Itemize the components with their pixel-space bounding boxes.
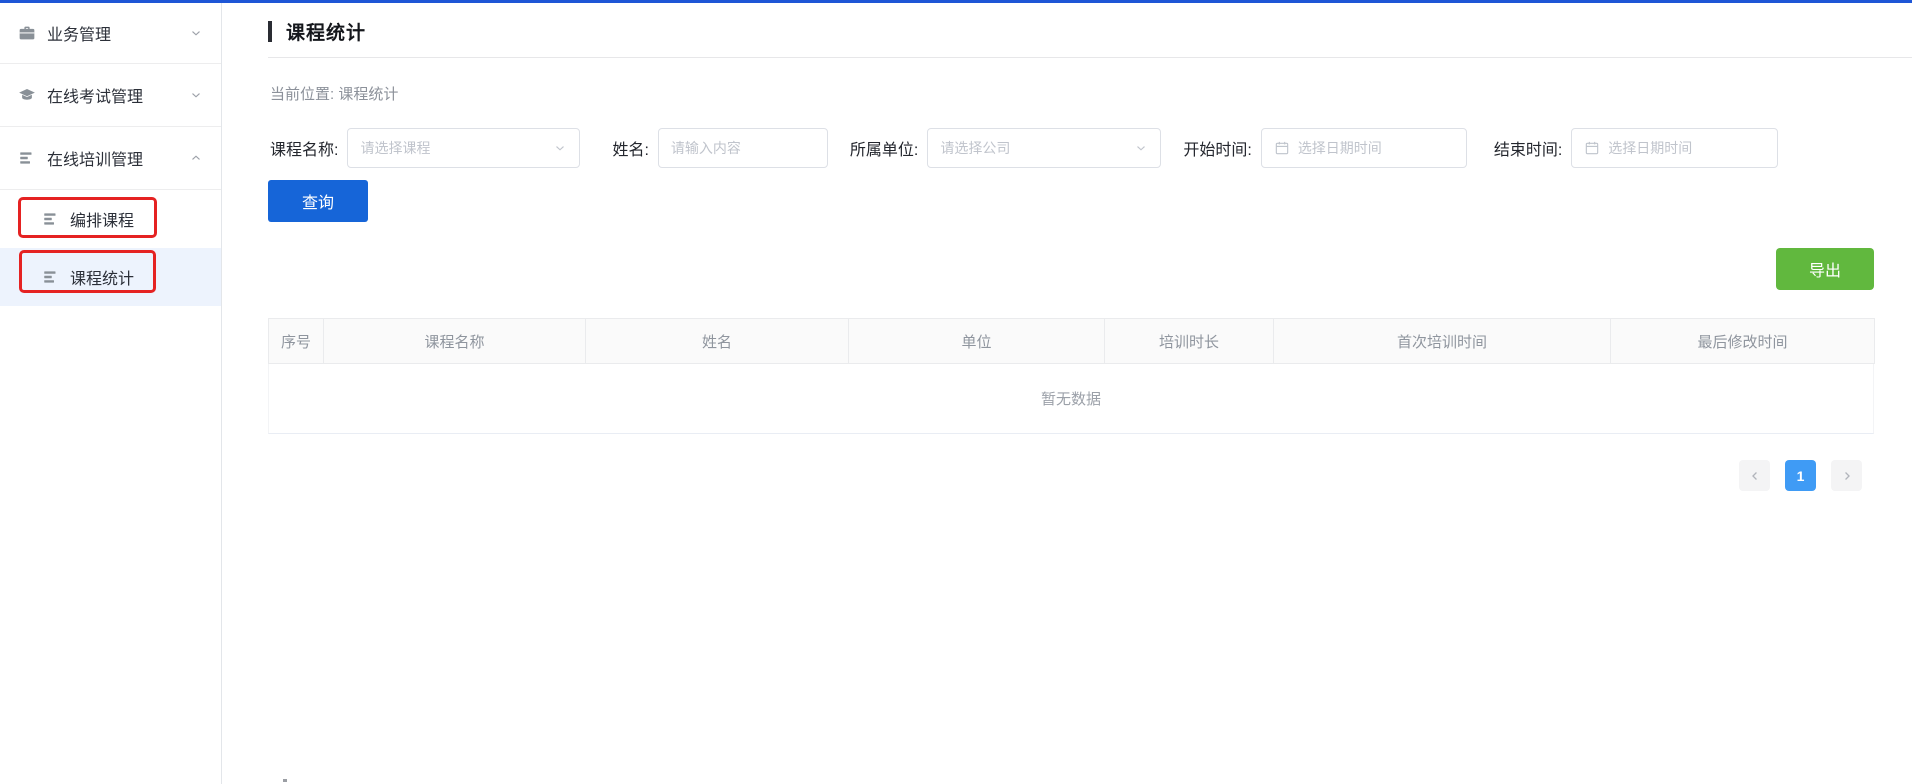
list-icon (42, 210, 60, 228)
chevron-down-icon (1134, 141, 1148, 155)
sidebar-item-online-exam-management[interactable]: 在线考试管理 (0, 64, 221, 127)
breadcrumb: 当前位置: 课程统计 (270, 83, 398, 104)
name-label: 姓名: (612, 136, 648, 160)
list-icon (42, 268, 60, 286)
calendar-icon (1584, 140, 1600, 156)
sidebar-item-label: 在线培训管理 (47, 146, 189, 170)
name-input[interactable] (671, 140, 815, 156)
calendar-icon (1274, 140, 1290, 156)
filter-start-time: 开始时间: 选择日期时间 (1183, 128, 1466, 168)
column-header-first-training-time: 首次培训时间 (1274, 319, 1611, 364)
sidebar-item-label: 课程统计 (70, 265, 221, 289)
start-time-placeholder: 选择日期时间 (1298, 138, 1382, 158)
breadcrumb-prefix: 当前位置: (270, 86, 334, 103)
chevron-down-icon (553, 141, 567, 155)
end-time-placeholder: 选择日期时间 (1608, 138, 1692, 158)
course-select-placeholder: 请选择课程 (360, 138, 430, 158)
clipped-edge-artifact (283, 779, 287, 782)
name-input-box (658, 128, 828, 168)
column-header-training-duration: 培训时长 (1105, 319, 1274, 364)
sidebar-item-label: 在线考试管理 (47, 83, 189, 107)
sidebar-item-label: 业务管理 (47, 21, 189, 45)
unit-label: 所属单位: (850, 136, 918, 160)
column-header-course-name: 课程名称 (324, 319, 586, 364)
page-title: 课程统计 (286, 18, 366, 45)
chevron-right-icon (1840, 469, 1854, 483)
end-time-label: 结束时间: (1494, 136, 1562, 160)
pagination: 1 (1739, 460, 1862, 491)
previous-page-button[interactable] (1739, 460, 1770, 491)
column-header-name: 姓名 (586, 319, 849, 364)
sidebar-item-course-statistics[interactable]: 课程统计 (0, 248, 221, 306)
filter-name: 姓名: (612, 128, 827, 168)
app-root: 业务管理 在线考试管理 在线培训管理 (0, 0, 1912, 784)
graduation-cap-icon (18, 86, 36, 104)
page-title-row: 课程统计 (268, 18, 366, 45)
briefcase-icon (18, 24, 36, 42)
main-content: 课程统计 当前位置: 课程统计 课程名称: 请选择课程 姓名: (222, 3, 1912, 784)
end-time-picker[interactable]: 选择日期时间 (1571, 128, 1778, 168)
unit-select[interactable]: 请选择公司 (927, 128, 1161, 168)
export-button[interactable]: 导出 (1776, 248, 1874, 290)
filter-unit: 所属单位: 请选择公司 (850, 128, 1161, 168)
results-table: 序号 课程名称 姓名 单位 培训时长 首次培训时间 最后修改时间 暂无数据 (268, 318, 1874, 434)
column-header-unit: 单位 (849, 319, 1105, 364)
sidebar: 业务管理 在线考试管理 在线培训管理 (0, 3, 222, 784)
start-time-label: 开始时间: (1183, 136, 1251, 160)
sidebar-item-online-training-management[interactable]: 在线培训管理 (0, 127, 221, 190)
start-time-picker[interactable]: 选择日期时间 (1261, 128, 1467, 168)
table-empty-state: 暂无数据 (268, 364, 1874, 434)
query-button[interactable]: 查询 (268, 180, 368, 222)
filter-bar: 课程名称: 请选择课程 姓名: 所属单位: 请选择公司 (270, 128, 1778, 168)
sidebar-item-label: 编排课程 (70, 207, 221, 231)
sidebar-item-business-management[interactable]: 业务管理 (0, 3, 221, 64)
column-header-index: 序号 (269, 319, 324, 364)
chevron-left-icon (1748, 469, 1762, 483)
empty-state-text: 暂无数据 (1041, 388, 1101, 409)
list-icon (18, 149, 36, 167)
header-divider (268, 57, 1912, 58)
sidebar-item-arrange-courses[interactable]: 编排课程 (0, 190, 221, 248)
filter-end-time: 结束时间: 选择日期时间 (1494, 128, 1778, 168)
filter-course: 课程名称: 请选择课程 (270, 128, 580, 168)
chevron-down-icon (189, 88, 203, 102)
title-accent-bar (268, 21, 272, 42)
table-header-row: 序号 课程名称 姓名 单位 培训时长 首次培训时间 最后修改时间 (269, 319, 1875, 364)
course-name-label: 课程名称: (270, 136, 338, 160)
unit-select-placeholder: 请选择公司 (940, 138, 1010, 158)
chevron-down-icon (189, 26, 203, 40)
chevron-up-icon (189, 151, 203, 165)
next-page-button[interactable] (1831, 460, 1862, 491)
course-select[interactable]: 请选择课程 (347, 128, 580, 168)
breadcrumb-current: 课程统计 (338, 86, 398, 103)
page-number-button[interactable]: 1 (1785, 460, 1816, 491)
column-header-last-modified-time: 最后修改时间 (1611, 319, 1875, 364)
